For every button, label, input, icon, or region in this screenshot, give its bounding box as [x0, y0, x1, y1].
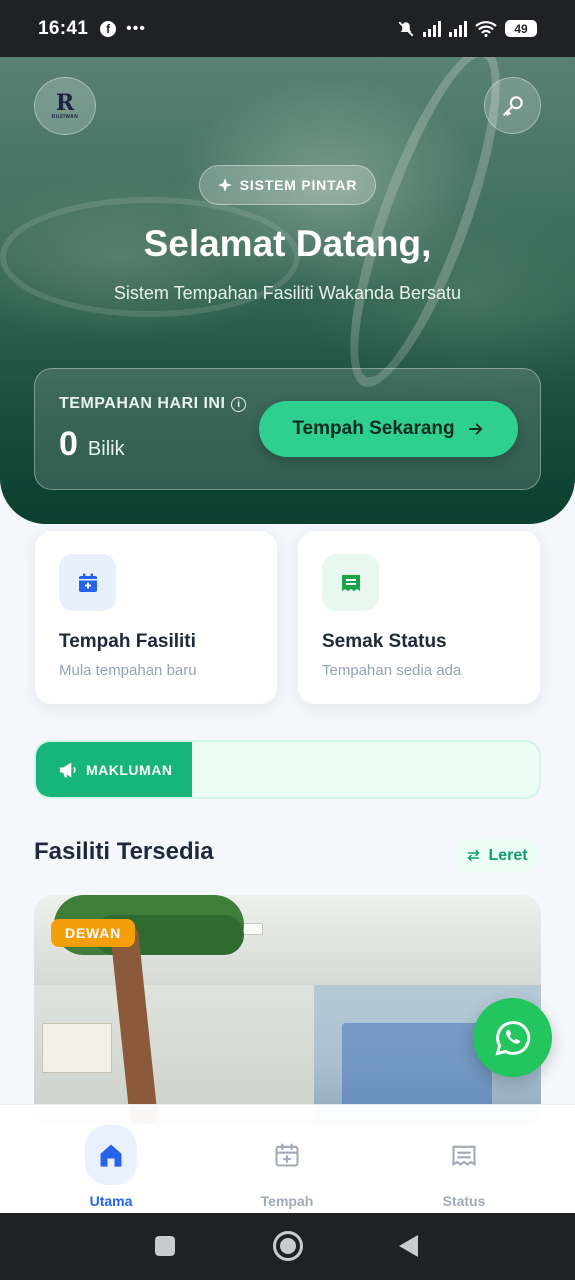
sparkle-icon: [217, 178, 232, 192]
check-status-card[interactable]: Semak Status Tempahan sedia ada: [297, 530, 541, 705]
nav-book[interactable]: Tempah: [222, 1105, 352, 1214]
status-bar: 16:41 f ••• 49: [0, 0, 575, 57]
more-notifications-icon: •••: [126, 19, 146, 37]
book-facility-subtitle: Mula tempahan baru: [59, 662, 197, 679]
receipt-icon: [322, 554, 379, 611]
battery-indicator: 49: [505, 20, 537, 37]
recent-apps-button[interactable]: [155, 1236, 175, 1256]
whatsapp-icon: [495, 1020, 530, 1055]
welcome-title: Selamat Datang,: [143, 223, 432, 264]
status-time: 16:41: [38, 17, 89, 39]
key-icon: [502, 95, 523, 116]
today-bookings-label: TEMPAHAN HARI INI i: [59, 395, 247, 413]
app-logo: R RUZIWAN: [34, 77, 96, 135]
today-bookings-card: TEMPAHAN HARI INI i 0 Bilik Tempah Sekar…: [34, 368, 541, 490]
facility-category-badge: DEWAN: [51, 919, 135, 947]
info-icon[interactable]: i: [231, 396, 247, 412]
nav-home[interactable]: Utama: [46, 1105, 176, 1214]
facebook-icon: f: [100, 20, 117, 37]
signal-icon: [423, 20, 441, 37]
calendar-plus-icon: [261, 1125, 313, 1185]
signal-icon-2: [449, 20, 467, 37]
today-bookings-count: 0 Bilik: [59, 425, 125, 463]
whatsapp-button[interactable]: [473, 998, 552, 1077]
hero-banner: R RUZIWAN SISTEM PINTAR Selamat Datang, …: [0, 57, 575, 524]
arrow-right-icon: [468, 423, 483, 435]
scroll-hint-button[interactable]: Leret: [455, 839, 539, 872]
facility-card[interactable]: DEWAN: [34, 895, 541, 1125]
check-status-title: Semak Status: [322, 631, 447, 652]
check-status-subtitle: Tempahan sedia ada: [322, 662, 462, 679]
megaphone-icon: [59, 762, 76, 777]
back-button[interactable]: [399, 1235, 418, 1257]
bottom-navigation: Utama Tempah Status: [0, 1104, 575, 1213]
facilities-section-title: Fasiliti Tersedia: [34, 838, 214, 865]
announcement-label: MAKLUMAN: [36, 742, 192, 797]
swap-arrows-icon: [467, 849, 481, 862]
mute-icon: [398, 21, 414, 36]
home-system-button[interactable]: [273, 1231, 303, 1261]
welcome-subtitle: Sistem Tempahan Fasiliti Wakanda Bersatu: [113, 283, 462, 303]
receipt-icon: [438, 1125, 490, 1185]
smart-system-badge: SISTEM PINTAR: [199, 165, 376, 205]
book-facility-title: Tempah Fasiliti: [59, 631, 196, 652]
book-facility-card[interactable]: Tempah Fasiliti Mula tempahan baru: [34, 530, 278, 705]
wifi-icon: [475, 20, 497, 37]
system-navigation-bar: [0, 1213, 575, 1280]
calendar-plus-icon: [59, 554, 116, 611]
nav-status[interactable]: Status: [399, 1105, 529, 1214]
book-now-button[interactable]: Tempah Sekarang: [259, 401, 518, 457]
admin-login-button[interactable]: [484, 77, 541, 134]
announcement-bar[interactable]: MAKLUMAN: [34, 740, 541, 799]
home-icon: [85, 1125, 137, 1185]
